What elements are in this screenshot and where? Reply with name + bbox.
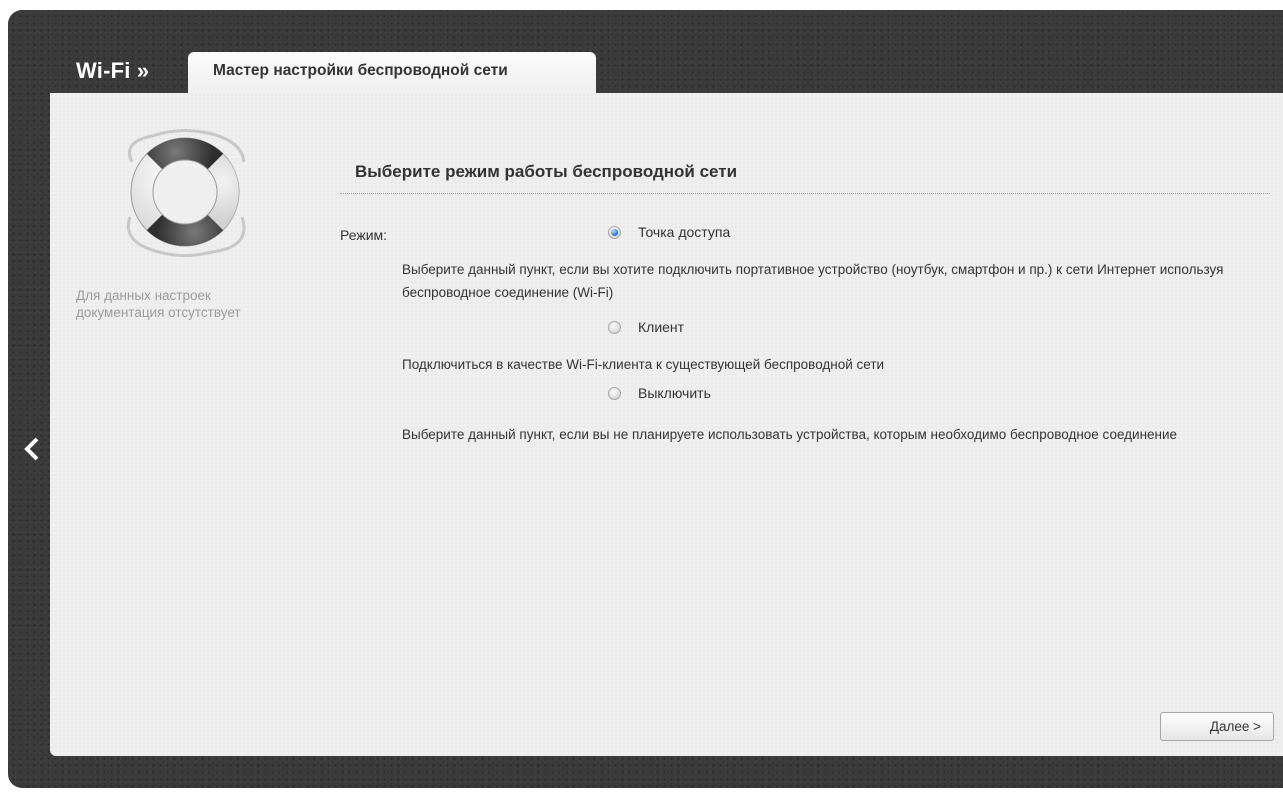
breadcrumb-root[interactable]: Wi-Fi » — [76, 58, 149, 84]
divider — [340, 193, 1270, 194]
radio-button[interactable] — [608, 386, 621, 400]
help-text: Для данных настроек документация отсутст… — [76, 288, 241, 320]
tab-wireless-setup-wizard[interactable]: Мастер настройки беспроводной сети — [188, 52, 596, 94]
lifebuoy-icon — [126, 129, 246, 257]
radio-label: Клиент — [638, 319, 685, 335]
option-description: Выберите данный пункт, если вы не планир… — [402, 427, 1178, 442]
section-title: Выберите режим работы беспроводной сети — [355, 162, 738, 181]
mode-label: Режим: — [340, 227, 388, 243]
radio-client[interactable]: Клиент — [608, 319, 684, 335]
radio-button[interactable] — [608, 320, 621, 334]
next-button[interactable]: Далее > — [1160, 712, 1274, 741]
option-description: Выберите данный пункт, если вы хотите по… — [402, 262, 1224, 300]
radio-disable[interactable]: Выключить — [608, 385, 711, 401]
radio-access-point[interactable]: Точка доступа — [608, 224, 730, 240]
radio-button-checked[interactable] — [608, 225, 621, 239]
radio-label: Выключить — [638, 385, 711, 401]
chevron-left-icon[interactable] — [22, 436, 42, 462]
option-description: Подключиться в качестве Wi-Fi-клиента к … — [402, 357, 885, 372]
radio-label: Точка доступа — [638, 224, 731, 240]
